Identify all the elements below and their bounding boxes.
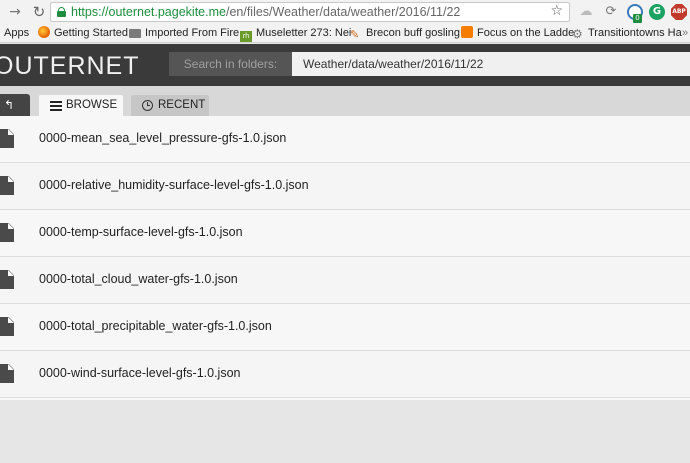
bookmark-museletter[interactable]: rh Museletter 273: Nei [240,26,352,42]
tab-recent-label: RECENT [158,99,206,111]
file-icon [0,129,14,148]
file-name[interactable]: 0000-wind-surface-level-gfs-1.0.json [39,366,240,380]
list-icon [50,100,62,111]
bookmark-label: Apps [4,27,30,39]
bookmark-imported-folder[interactable]: Imported From Fire [129,26,239,41]
file-row[interactable]: 0000-temp-surface-level-gfs-1.0.json [0,210,690,257]
bookmark-apps[interactable]: Apps [4,26,29,41]
file-icon [0,223,14,242]
cloud-extension-icon[interactable]: ☁ [578,4,594,20]
gear-icon: ⚙ [572,27,583,41]
bookmark-transitiontowns[interactable]: ⚙ Transitiontowns Ha [572,26,682,41]
file-row[interactable]: 0000-mean_sea_level_pressure-gfs-1.0.jso… [0,116,690,163]
bookmark-brecon[interactable]: ✎ Brecon buff gosling [350,26,460,41]
feather-icon: ✎ [350,29,360,41]
file-icon [0,270,14,289]
forward-arrow-icon[interactable]: → [6,3,24,21]
firefox-icon [38,26,50,38]
tab-browse-label: BROWSE [66,99,118,111]
grammarly-extension-icon[interactable]: G [649,4,665,20]
bookmark-label: Imported From Fire [145,27,240,39]
lock-icon [57,7,66,17]
bookmark-label: Brecon buff gosling [366,27,460,39]
file-row[interactable]: 0000-total_precipitable_water-gfs-1.0.js… [0,304,690,351]
file-row[interactable]: 0000-relative_humidity-surface-level-gfs… [0,163,690,210]
reload-icon[interactable]: ↻ [30,3,48,21]
url-host: https://outernet.pagekite.me [71,5,226,19]
app-header: OUTERNET Search in folders: [0,44,690,86]
file-name[interactable]: 0000-relative_humidity-surface-level-gfs… [39,178,309,192]
bookmark-star-icon[interactable]: ☆ [550,3,563,19]
tab-recent[interactable]: RECENT [131,95,209,116]
file-name[interactable]: 0000-mean_sea_level_pressure-gfs-1.0.jso… [39,131,286,145]
extension-badge-count: 0 [633,14,642,23]
parent-folder-button[interactable]: ↰ [0,94,30,116]
bookmark-label: Getting Started [54,27,128,39]
file-row[interactable]: 0000-total_cloud_water-gfs-1.0.json [0,257,690,304]
folder-up-icon: ↰ [4,98,15,112]
extension-badge-icon[interactable]: 0 [627,4,643,23]
file-icon [0,364,14,383]
bookmark-label: Museletter 273: Nei [256,27,352,39]
address-bar[interactable]: https://outernet.pagekite.me/en/files/We… [50,2,570,22]
clock-icon [142,100,153,111]
file-name[interactable]: 0000-total_cloud_water-gfs-1.0.json [39,272,238,286]
file-name[interactable]: 0000-temp-surface-level-gfs-1.0.json [39,225,243,239]
adblock-plus-icon[interactable]: ABP [671,4,687,20]
bookmark-label: Transitiontowns Ha [588,27,682,39]
bookmark-focus[interactable]: Focus on the Ladde [461,26,574,41]
rh-icon: rh [240,31,252,42]
bookmark-getting-started[interactable]: Getting Started [38,26,128,41]
bookmark-label: Focus on the Ladde [477,27,575,39]
outernet-logo[interactable]: OUTERNET [0,52,140,81]
bookmarks-bar: Apps Getting Started Imported From Fire … [0,24,690,43]
file-icon [0,176,14,195]
url-text[interactable]: https://outernet.pagekite.me/en/files/We… [71,5,460,19]
tabs-row: ↰ BROWSE RECENT [0,86,690,116]
folder-search-input[interactable] [292,52,690,76]
file-list: 0000-mean_sea_level_pressure-gfs-1.0.jso… [0,116,690,400]
file-name[interactable]: 0000-total_precipitable_water-gfs-1.0.js… [39,319,272,333]
bookmarks-overflow-icon[interactable]: » [682,26,688,41]
folder-icon [129,29,141,38]
tab-browse[interactable]: BROWSE [39,95,123,116]
url-path: /en/files/Weather/data/weather/2016/11/2… [225,5,461,19]
file-row[interactable]: 0000-wind-surface-level-gfs-1.0.json [0,351,690,398]
browser-toolbar: → ↻ https://outernet.pagekite.me/en/file… [0,0,690,24]
blogger-icon [461,26,473,38]
refresh-extension-icon[interactable]: ⟳ [603,4,619,20]
search-label: Search in folders: [169,52,292,76]
file-icon [0,317,14,336]
